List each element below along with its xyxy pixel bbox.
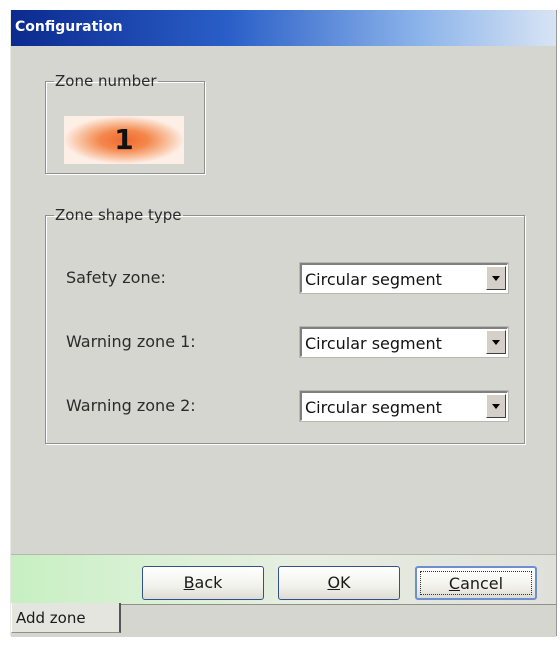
configuration-window: Configuration Zone number 1 Zone shape t…	[10, 10, 557, 637]
tab-strip: Add zone	[11, 603, 556, 637]
safety-zone-dropdown-button[interactable]	[486, 266, 506, 290]
focus-rectangle	[420, 571, 532, 595]
zone-number-group: Zone number 1	[45, 72, 205, 174]
back-button-label: ack	[194, 573, 223, 592]
warning-zone-1-dropdown-button[interactable]	[486, 330, 506, 354]
safety-zone-select-value: Circular segment	[305, 270, 442, 289]
back-button-mnemonic: B	[183, 573, 195, 592]
tab-add-zone[interactable]: Add zone	[11, 603, 121, 633]
title-bar: Configuration	[11, 10, 556, 46]
chevron-down-icon	[492, 276, 500, 281]
warning-zone-1-select-value: Circular segment	[305, 334, 442, 353]
button-bar: Back OK Cancel	[11, 554, 556, 605]
warning-zone-1-label: Warning zone 1:	[66, 332, 196, 351]
zone-shape-type-legend: Zone shape type	[55, 206, 182, 224]
safety-zone-select[interactable]: Circular segment	[299, 262, 509, 294]
warning-zone-1-select[interactable]: Circular segment	[299, 326, 509, 358]
zone-shape-type-group: Zone shape type Safety zone: Circular se…	[45, 206, 525, 444]
zone-number-display: 1	[64, 116, 184, 164]
warning-zone-2-select-value: Circular segment	[305, 398, 442, 417]
ok-button-label: K	[340, 573, 351, 592]
back-button[interactable]: Back	[142, 566, 264, 600]
chevron-down-icon	[492, 404, 500, 409]
warning-zone-2-dropdown-button[interactable]	[486, 394, 506, 418]
ok-button-mnemonic: O	[327, 573, 341, 592]
warning-zone-2-select[interactable]: Circular segment	[299, 390, 509, 422]
ok-button[interactable]: OK	[278, 566, 400, 600]
window-title: Configuration	[15, 19, 123, 35]
safety-zone-label: Safety zone:	[66, 268, 166, 287]
warning-zone-2-label: Warning zone 2:	[66, 396, 196, 415]
chevron-down-icon	[492, 340, 500, 345]
cancel-button[interactable]: Cancel	[415, 566, 537, 600]
zone-number-legend: Zone number	[55, 72, 157, 90]
